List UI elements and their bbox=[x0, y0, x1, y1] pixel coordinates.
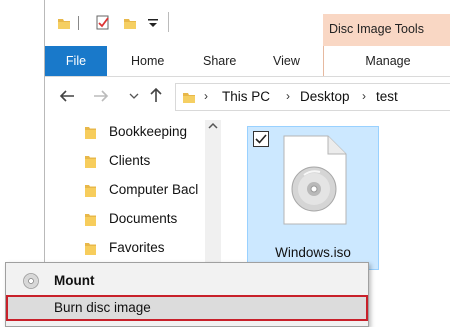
menu-item-label: Mount bbox=[54, 273, 95, 288]
tree-item-label: Computer Bacl bbox=[109, 182, 199, 197]
recent-locations-chevron-icon[interactable] bbox=[129, 93, 139, 101]
up-arrow-icon[interactable] bbox=[149, 87, 163, 103]
tab-share[interactable]: Share bbox=[203, 46, 236, 76]
forward-arrow-icon[interactable] bbox=[93, 89, 109, 103]
chevron-right-icon[interactable]: › bbox=[204, 89, 208, 103]
title-divider bbox=[168, 12, 169, 32]
folder-icon bbox=[85, 127, 96, 139]
tab-view[interactable]: View bbox=[273, 46, 300, 76]
new-folder-icon[interactable] bbox=[123, 16, 137, 30]
tree-item-label: Clients bbox=[109, 153, 151, 168]
folder-icon[interactable] bbox=[57, 16, 71, 30]
tab-manage[interactable]: Manage bbox=[323, 46, 450, 76]
back-arrow-icon[interactable] bbox=[59, 89, 75, 103]
item-checkbox[interactable] bbox=[253, 131, 269, 147]
breadcrumb-this-pc[interactable]: This PC bbox=[222, 89, 270, 104]
properties-icon[interactable] bbox=[95, 15, 111, 31]
checkmark-icon bbox=[255, 134, 267, 144]
toolbar-divider bbox=[78, 16, 79, 30]
breadcrumb-desktop[interactable]: Desktop bbox=[300, 89, 350, 104]
context-menu: Mount Burn disc image bbox=[5, 262, 369, 327]
address-bar-row: › This PC › Desktop › test bbox=[45, 78, 450, 114]
folder-icon bbox=[85, 156, 96, 168]
disc-image-file-icon bbox=[283, 135, 347, 225]
tree-item-label: Documents bbox=[109, 211, 178, 226]
disc-icon bbox=[23, 273, 39, 289]
breadcrumb-test[interactable]: test bbox=[376, 89, 398, 104]
address-box[interactable]: › This PC › Desktop › test bbox=[175, 83, 450, 111]
tree-item-label: Favorites bbox=[109, 240, 165, 255]
customize-toolbar-icon[interactable] bbox=[147, 17, 159, 29]
tab-home[interactable]: Home bbox=[131, 46, 164, 76]
tree-item-label: Bookkeeping bbox=[109, 124, 188, 139]
folder-icon bbox=[85, 185, 96, 197]
disc-image-tools-label: Disc Image Tools bbox=[329, 22, 424, 36]
menu-item-burn-disc-image[interactable]: Burn disc image bbox=[6, 295, 368, 321]
disc-image-tools-header: Disc Image Tools bbox=[323, 14, 450, 46]
menu-item-label: Burn disc image bbox=[54, 300, 151, 315]
ribbon-tabs: File Home Share View Manage bbox=[45, 46, 450, 77]
file-name: Windows.iso bbox=[275, 245, 351, 260]
tab-file[interactable]: File bbox=[45, 46, 107, 76]
chevron-right-icon[interactable]: › bbox=[286, 89, 290, 103]
folder-icon bbox=[85, 214, 96, 226]
chevron-right-icon[interactable]: › bbox=[362, 89, 366, 103]
file-item-windows-iso[interactable]: Windows.iso bbox=[247, 126, 379, 270]
folder-icon bbox=[183, 93, 195, 103]
tree-item-computer-backup[interactable]: Computer Bacl bbox=[83, 181, 204, 201]
folder-icon bbox=[85, 243, 96, 255]
scroll-up-arrow-icon[interactable] bbox=[208, 122, 218, 130]
menu-item-mount[interactable]: Mount bbox=[6, 268, 368, 294]
quick-access-toolbar: Disc Image Tools bbox=[45, 0, 450, 46]
